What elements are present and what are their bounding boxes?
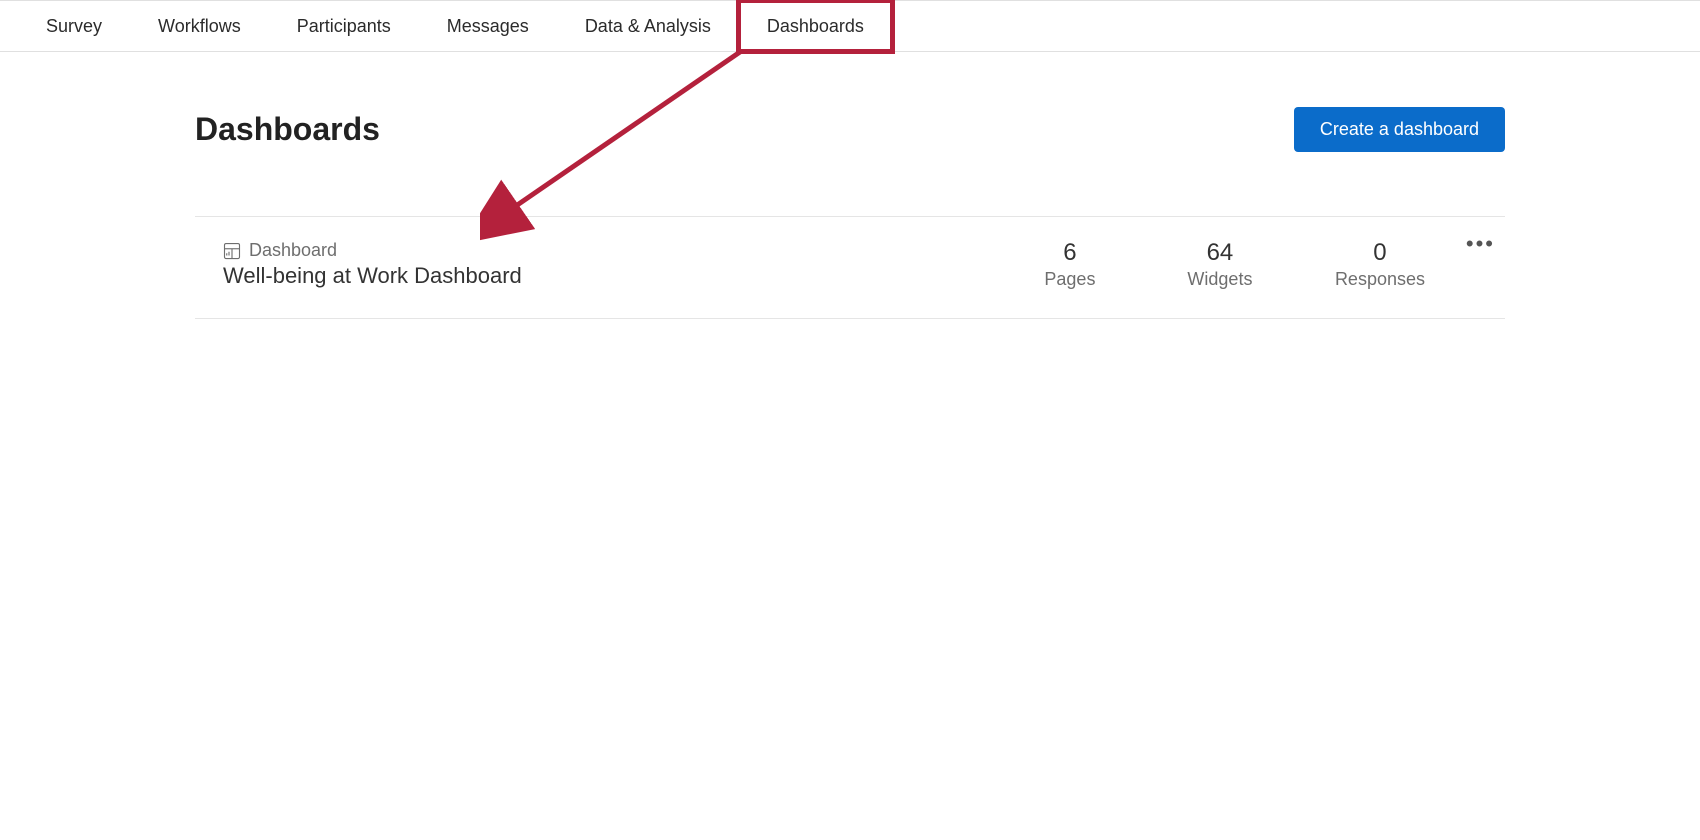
tab-dashboards[interactable]: Dashboards <box>739 1 892 51</box>
stat-responses-label: Responses <box>1335 269 1425 290</box>
tab-participants[interactable]: Participants <box>269 1 419 51</box>
page-title: Dashboards <box>195 111 380 148</box>
tab-messages[interactable]: Messages <box>419 1 557 51</box>
more-horizontal-icon: ••• <box>1466 231 1495 256</box>
top-nav: Survey Workflows Participants Messages D… <box>0 0 1700 52</box>
stat-responses-value: 0 <box>1335 239 1425 267</box>
dashboard-stats: 6 Pages 64 Widgets 0 Responses <box>1035 239 1505 290</box>
dashboard-icon <box>223 242 241 260</box>
dashboard-type-label: Dashboard <box>249 240 337 261</box>
tab-workflows[interactable]: Workflows <box>130 1 269 51</box>
stat-pages-label: Pages <box>1035 269 1105 290</box>
stat-pages-value: 6 <box>1035 239 1105 267</box>
stat-widgets: 64 Widgets <box>1185 239 1255 290</box>
tab-data-analysis[interactable]: Data & Analysis <box>557 1 739 51</box>
stat-pages: 6 Pages <box>1035 239 1105 290</box>
dashboard-info: Dashboard Well-being at Work Dashboard <box>195 240 1035 289</box>
tab-survey[interactable]: Survey <box>18 1 130 51</box>
stat-widgets-label: Widgets <box>1185 269 1255 290</box>
dashboard-row[interactable]: ••• Dashboard Well-being at Work Dashboa… <box>195 217 1505 319</box>
create-dashboard-button[interactable]: Create a dashboard <box>1294 107 1505 152</box>
stat-widgets-value: 64 <box>1185 239 1255 267</box>
header-row: Dashboards Create a dashboard <box>195 107 1505 152</box>
dashboard-type: Dashboard <box>223 240 1035 261</box>
dashboard-list: ••• Dashboard Well-being at Work Dashboa… <box>195 216 1505 319</box>
stat-responses: 0 Responses <box>1335 239 1425 290</box>
more-options-button[interactable]: ••• <box>1466 231 1495 257</box>
main-content: Dashboards Create a dashboard ••• Dashbo… <box>0 52 1700 319</box>
dashboard-name: Well-being at Work Dashboard <box>223 263 1035 289</box>
